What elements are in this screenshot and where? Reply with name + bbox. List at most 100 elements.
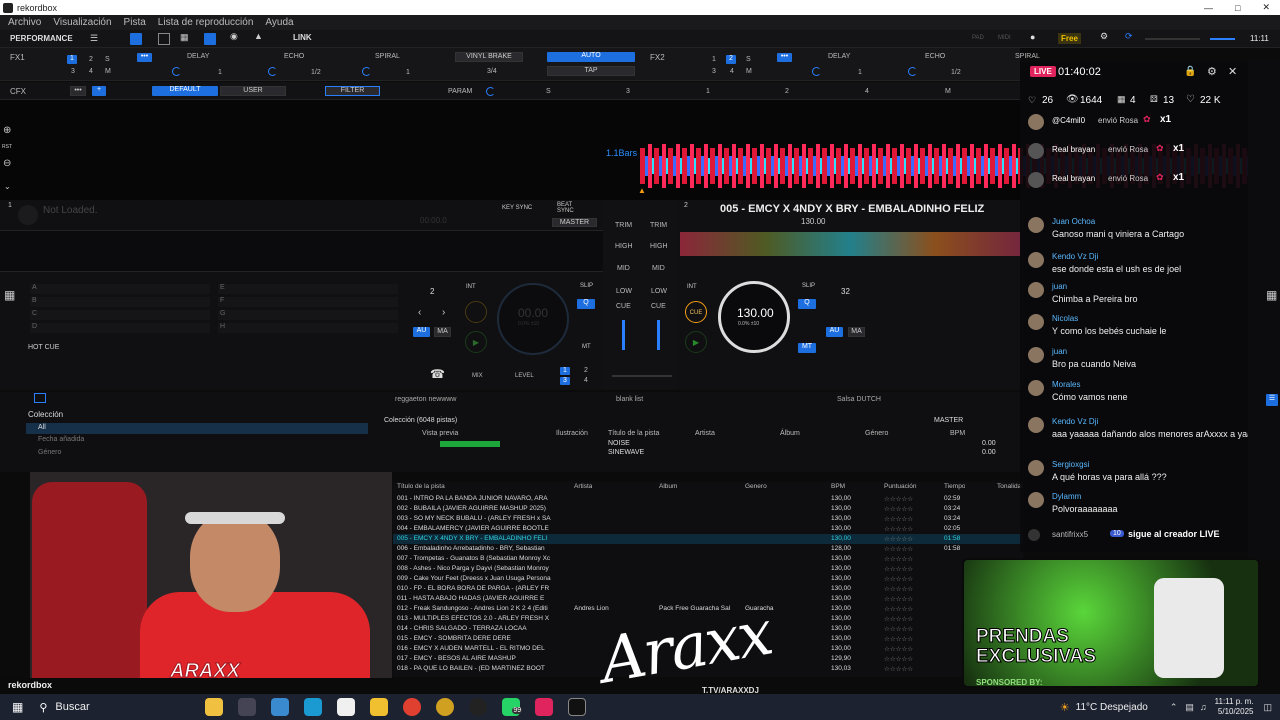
grid-icon[interactable]: ▦ bbox=[180, 32, 189, 43]
fx2-chs[interactable]: S bbox=[746, 56, 751, 63]
cell-rating[interactable]: ☆☆☆☆☆ bbox=[884, 515, 913, 523]
fx1-knob3[interactable] bbox=[362, 67, 371, 76]
fx2-ch2[interactable]: 2 bbox=[726, 55, 736, 64]
deck1-play-button[interactable]: ▶ bbox=[465, 331, 487, 353]
table-row[interactable]: 003 - SO MY NECK BUBALU - (ARLEY FRESH x… bbox=[393, 514, 1023, 524]
deck1-q-button[interactable]: Q bbox=[577, 299, 595, 309]
deck1-cue-button[interactable] bbox=[465, 301, 487, 323]
notification-icon[interactable]: ◫ bbox=[1263, 702, 1272, 713]
th-rating[interactable]: Puntuación bbox=[884, 483, 917, 490]
fx2-menu-button[interactable]: ••• bbox=[777, 53, 792, 62]
col-bpm[interactable]: BPM bbox=[950, 430, 965, 437]
tray-chevron-icon[interactable]: ⌃ bbox=[1170, 702, 1178, 713]
tree-date-added[interactable]: Fecha añadida bbox=[38, 436, 84, 443]
table-row[interactable]: 009 - Cake Your Feet (Dreess x Juan Usug… bbox=[393, 574, 1023, 584]
deck2-overview-wave[interactable] bbox=[680, 232, 1020, 256]
th-album[interactable]: Álbum bbox=[659, 483, 677, 490]
cfx-knob-4[interactable]: 4 bbox=[865, 88, 869, 95]
playlist-tab-2[interactable]: blank list bbox=[616, 396, 643, 403]
cell-rating[interactable]: ☆☆☆☆☆ bbox=[884, 655, 913, 663]
deck1-mt[interactable]: MT bbox=[582, 344, 591, 350]
deck1-pad-a[interactable]: A bbox=[30, 284, 210, 294]
fx2-knob1[interactable] bbox=[812, 67, 821, 76]
fx1-knob1[interactable] bbox=[172, 67, 181, 76]
playlist-tab-3[interactable]: Salsa DUTCH bbox=[837, 396, 881, 403]
reset-label[interactable]: RST bbox=[2, 144, 12, 150]
th-title[interactable]: Título de la pista bbox=[397, 483, 537, 490]
col-artist[interactable]: Artista bbox=[695, 430, 715, 437]
deck1-int[interactable]: INT bbox=[466, 284, 476, 290]
cell-rating[interactable]: ☆☆☆☆☆ bbox=[884, 545, 913, 553]
lock-icon[interactable]: 🔒 bbox=[1184, 66, 1196, 77]
deck1-pad-c[interactable]: C bbox=[30, 310, 210, 320]
layout-icon[interactable]: ☰ bbox=[90, 33, 98, 44]
deck1-ma-button[interactable]: MA bbox=[434, 327, 451, 337]
minimize-icon[interactable]: — bbox=[1204, 3, 1213, 13]
master-volume-slider[interactable] bbox=[1145, 38, 1200, 40]
playlist-tab-1[interactable]: reggaeton newwww bbox=[395, 396, 456, 403]
deck1-master-button[interactable]: MASTER bbox=[552, 218, 597, 227]
row-noise-title[interactable]: NOISE bbox=[608, 440, 630, 447]
sampler-icon[interactable]: ▲ bbox=[254, 31, 263, 41]
view-1-button[interactable] bbox=[130, 33, 142, 45]
tree-genre[interactable]: Género bbox=[38, 449, 61, 456]
record-icon[interactable]: ◉ bbox=[230, 31, 238, 42]
link-button[interactable]: LINK bbox=[293, 33, 312, 42]
deck1-keysync[interactable]: KEY SYNC bbox=[502, 205, 532, 211]
fx1-menu-button[interactable]: ••• bbox=[137, 53, 152, 62]
copilot-icon[interactable] bbox=[271, 698, 290, 716]
fx1-ch1[interactable]: 1 bbox=[67, 55, 77, 64]
store-icon[interactable] bbox=[337, 698, 356, 716]
cell-rating[interactable]: ☆☆☆☆☆ bbox=[884, 645, 913, 653]
fx2-knob2[interactable] bbox=[908, 67, 917, 76]
tree-collection[interactable]: Colección bbox=[28, 410, 63, 419]
deck1-pad-h[interactable]: H bbox=[218, 323, 398, 333]
fx2-ch1[interactable]: 1 bbox=[712, 56, 716, 63]
deck1-loop-prev[interactable]: ‹ bbox=[418, 307, 421, 318]
table-row[interactable]: 002 - BUBAILA (JAVIER AGUIRRE MASHUP 202… bbox=[393, 504, 1023, 514]
table-row[interactable]: 010 - FP - EL BORA BORA DE PARGA - (ARLE… bbox=[393, 584, 1023, 594]
deck2-mt-button[interactable]: MT bbox=[798, 343, 816, 353]
cfx-knob-m[interactable]: M bbox=[945, 88, 951, 95]
start-icon[interactable]: ▦ bbox=[12, 700, 23, 714]
mixer-view-button[interactable] bbox=[204, 33, 216, 45]
headphone-icon[interactable]: ☎ bbox=[430, 367, 445, 381]
cell-rating[interactable]: ☆☆☆☆☆ bbox=[884, 605, 913, 613]
cell-rating[interactable]: ☆☆☆☆☆ bbox=[884, 615, 913, 623]
whatsapp-icon[interactable]: 99 bbox=[502, 698, 523, 716]
collapse-icon[interactable]: ⌄ bbox=[4, 182, 11, 191]
browser-view-icon[interactable] bbox=[34, 393, 46, 403]
zoom-out-icon[interactable]: ⊖ bbox=[3, 158, 11, 169]
fx1-chs[interactable]: S bbox=[105, 56, 110, 63]
th-genre[interactable]: Genero bbox=[745, 483, 767, 490]
cell-rating[interactable]: ☆☆☆☆☆ bbox=[884, 665, 913, 673]
col-genre[interactable]: Género bbox=[865, 430, 888, 437]
menu-pista[interactable]: Pista bbox=[124, 17, 146, 28]
crossfader[interactable] bbox=[612, 375, 672, 377]
cue-label-1[interactable]: CUE bbox=[616, 303, 631, 310]
headphone-sync-icon[interactable]: ⟳ bbox=[1125, 31, 1133, 42]
deck1-pad-e[interactable]: E bbox=[218, 284, 398, 294]
menu-playlist[interactable]: Lista de reproducción bbox=[158, 17, 254, 28]
deck1-pad-g[interactable]: G bbox=[218, 310, 398, 320]
vinyl-brake-button[interactable]: VINYL BRAKE bbox=[455, 52, 523, 62]
fx2-ch3[interactable]: 3 bbox=[712, 68, 716, 75]
cell-rating[interactable]: ☆☆☆☆☆ bbox=[884, 585, 913, 593]
menu-archivo[interactable]: Archivo bbox=[8, 17, 41, 28]
cell-rating[interactable]: ☆☆☆☆☆ bbox=[884, 595, 913, 603]
cell-rating[interactable]: ☆☆☆☆☆ bbox=[884, 505, 913, 513]
zoom-in-icon[interactable]: ⊕ bbox=[3, 125, 11, 136]
cfx-knob-3[interactable]: 3 bbox=[626, 88, 630, 95]
fx1-knob2[interactable] bbox=[268, 67, 277, 76]
deck1-pads-icon[interactable]: ▦ bbox=[4, 288, 15, 302]
weather-text[interactable]: 11°C Despejado bbox=[1076, 702, 1148, 713]
edge-icon[interactable] bbox=[304, 698, 323, 716]
table-row[interactable]: 008 - Ashes - Nico Parga y Dayvi (Sebast… bbox=[393, 564, 1023, 574]
maximize-icon[interactable]: □ bbox=[1235, 3, 1240, 13]
cfx-menu-button[interactable]: ••• bbox=[70, 86, 86, 96]
fx2-effect2[interactable]: ECHO bbox=[925, 53, 945, 60]
obs-icon[interactable] bbox=[469, 698, 488, 716]
deck1-pad-f[interactable]: F bbox=[218, 297, 398, 307]
cfx-add-button[interactable]: + bbox=[92, 86, 106, 96]
fx1-effect2[interactable]: ECHO bbox=[284, 53, 304, 60]
